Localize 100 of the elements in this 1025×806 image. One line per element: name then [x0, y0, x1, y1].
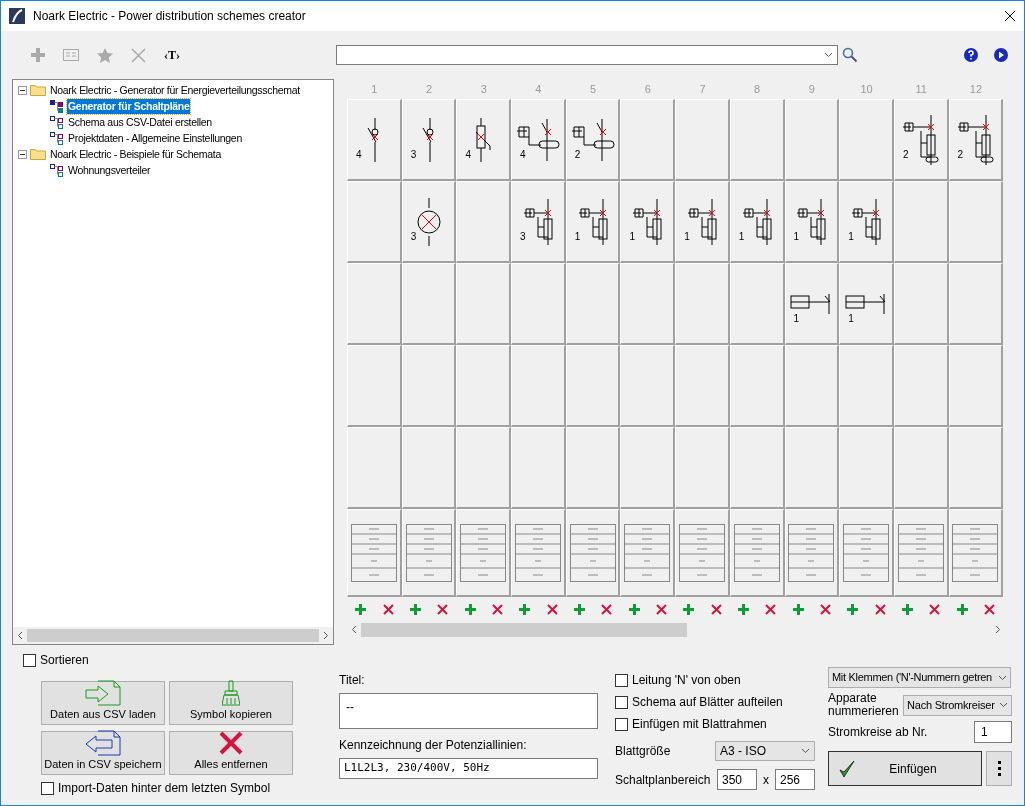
add-icon[interactable]: [409, 603, 421, 615]
schema-cell[interactable]: 1: [620, 181, 676, 263]
schema-cell[interactable]: 1: [565, 181, 621, 263]
add-icon[interactable]: [355, 603, 367, 615]
delete-icon[interactable]: [601, 603, 613, 615]
schema-cell[interactable]: [511, 345, 566, 427]
delete-icon[interactable]: [546, 603, 558, 615]
schema-cell[interactable]: [565, 263, 621, 345]
action-button[interactable]: Daten aus CSV laden: [41, 681, 165, 725]
tree-item[interactable]: Projektdaten - Allgemeine Einstellungen: [67, 130, 243, 146]
schema-cell[interactable]: 2: [565, 99, 621, 181]
scroll-right-icon[interactable]: [323, 631, 329, 640]
schema-cell[interactable]: [839, 427, 894, 509]
schema-cell[interactable]: [620, 345, 676, 427]
schema-cell[interactable]: [565, 345, 621, 427]
close-icon[interactable]: [1004, 10, 1016, 22]
checkbox[interactable]: [615, 673, 628, 687]
add-icon[interactable]: [683, 603, 695, 615]
schema-cell[interactable]: [839, 99, 894, 181]
collapse-toggle[interactable]: [18, 149, 27, 159]
form-icon[interactable]: [63, 49, 79, 61]
schema-cell[interactable]: [675, 263, 730, 345]
add-icon[interactable]: [31, 48, 45, 62]
delete-icon[interactable]: [437, 603, 449, 615]
add-icon[interactable]: [902, 603, 914, 615]
schema-cell[interactable]: [620, 99, 676, 181]
insert-button[interactable]: Einfügen: [828, 751, 982, 786]
schema-cell[interactable]: [893, 181, 949, 263]
schema-cell[interactable]: 1: [784, 263, 840, 345]
schema-cell[interactable]: [675, 345, 730, 427]
add-icon[interactable]: [792, 603, 804, 615]
schema-cell[interactable]: 1: [675, 181, 730, 263]
add-icon[interactable]: [519, 603, 531, 615]
schema-cell[interactable]: [893, 263, 949, 345]
tree-item[interactable]: Schema aus CSV-Datei erstellen: [67, 114, 213, 130]
schema-cell[interactable]: [729, 263, 785, 345]
schema-cell[interactable]: 4: [347, 99, 402, 181]
width-field[interactable]: 350: [717, 769, 757, 790]
tree-item[interactable]: Noark Electric - Generator für Energieverteilungsschemat: [49, 82, 301, 98]
schema-cell[interactable]: 2: [893, 99, 949, 181]
schema-cell[interactable]: 4: [511, 99, 566, 181]
add-icon[interactable]: [956, 603, 968, 615]
add-icon[interactable]: [738, 603, 749, 615]
schema-cell[interactable]: [893, 427, 949, 509]
schema-cell[interactable]: [948, 345, 1004, 427]
help-icon[interactable]: [964, 48, 978, 62]
checkbox[interactable]: [615, 695, 628, 709]
schema-cell[interactable]: [948, 181, 1004, 263]
schema-cell[interactable]: [675, 427, 730, 509]
text-format-button[interactable]: ‹T›: [164, 46, 180, 64]
schema-cell[interactable]: [511, 427, 566, 509]
schema-cell[interactable]: [456, 427, 512, 509]
schema-cell[interactable]: [620, 427, 676, 509]
action-button[interactable]: Alles entfernen: [169, 731, 293, 775]
terminal-mode-dropdown[interactable]: Mit Klemmen ('N'-Nummern getren: [828, 667, 1011, 688]
checkbox[interactable]: [41, 781, 54, 795]
add-icon[interactable]: [628, 603, 640, 615]
horizontal-scrollbar[interactable]: [13, 627, 333, 644]
delete-icon[interactable]: [820, 603, 831, 615]
schema-cell[interactable]: 2: [948, 99, 1004, 181]
sheet-size-dropdown[interactable]: A3 - ISO: [715, 741, 815, 761]
action-button[interactable]: Daten in CSV speichern: [41, 731, 165, 775]
schema-cell[interactable]: [893, 345, 949, 427]
schema-cell[interactable]: [456, 345, 512, 427]
schema-cell[interactable]: [784, 345, 840, 427]
schema-cell[interactable]: 4: [456, 99, 512, 181]
delete-icon[interactable]: [655, 603, 667, 615]
schema-cell[interactable]: 3: [401, 99, 457, 181]
schema-cell[interactable]: [784, 99, 840, 181]
schema-cell[interactable]: [620, 263, 676, 345]
height-field[interactable]: 256: [775, 769, 815, 790]
checkbox[interactable]: [615, 717, 628, 731]
scroll-left-icon[interactable]: [351, 625, 357, 634]
action-button[interactable]: Symbol kopieren: [169, 681, 293, 725]
delete-icon[interactable]: [382, 603, 394, 615]
schema-cell[interactable]: 1: [729, 181, 785, 263]
collapse-toggle[interactable]: [18, 85, 27, 95]
play-icon[interactable]: [994, 48, 1008, 62]
schema-cell[interactable]: [511, 263, 566, 345]
title-field[interactable]: --: [339, 693, 598, 729]
scroll-left-icon[interactable]: [17, 631, 23, 640]
tree-item[interactable]: Generator für Schaltpläne: [67, 98, 191, 114]
schema-cell[interactable]: 3: [401, 181, 457, 263]
potential-field[interactable]: L1L2L3, 230/400V, 50Hz: [339, 758, 598, 779]
search-icon[interactable]: [842, 47, 858, 63]
add-icon[interactable]: [464, 603, 476, 615]
schema-cell[interactable]: 3: [511, 181, 566, 263]
schema-cell[interactable]: [401, 263, 457, 345]
tree-item[interactable]: Wohnungsverteiler: [67, 162, 152, 178]
schema-cell[interactable]: [729, 427, 785, 509]
schema-cell[interactable]: [948, 263, 1004, 345]
schema-cell[interactable]: [839, 345, 894, 427]
schema-cell[interactable]: [565, 427, 621, 509]
start-number-field[interactable]: 1: [974, 721, 1012, 743]
delete-icon[interactable]: [984, 603, 996, 615]
schema-cell[interactable]: [347, 345, 402, 427]
numbering-dropdown[interactable]: Nach Stromkreiser: [903, 694, 1012, 716]
delete-icon[interactable]: [491, 603, 503, 615]
schema-cell[interactable]: 1: [784, 181, 840, 263]
schema-cell[interactable]: [456, 263, 512, 345]
